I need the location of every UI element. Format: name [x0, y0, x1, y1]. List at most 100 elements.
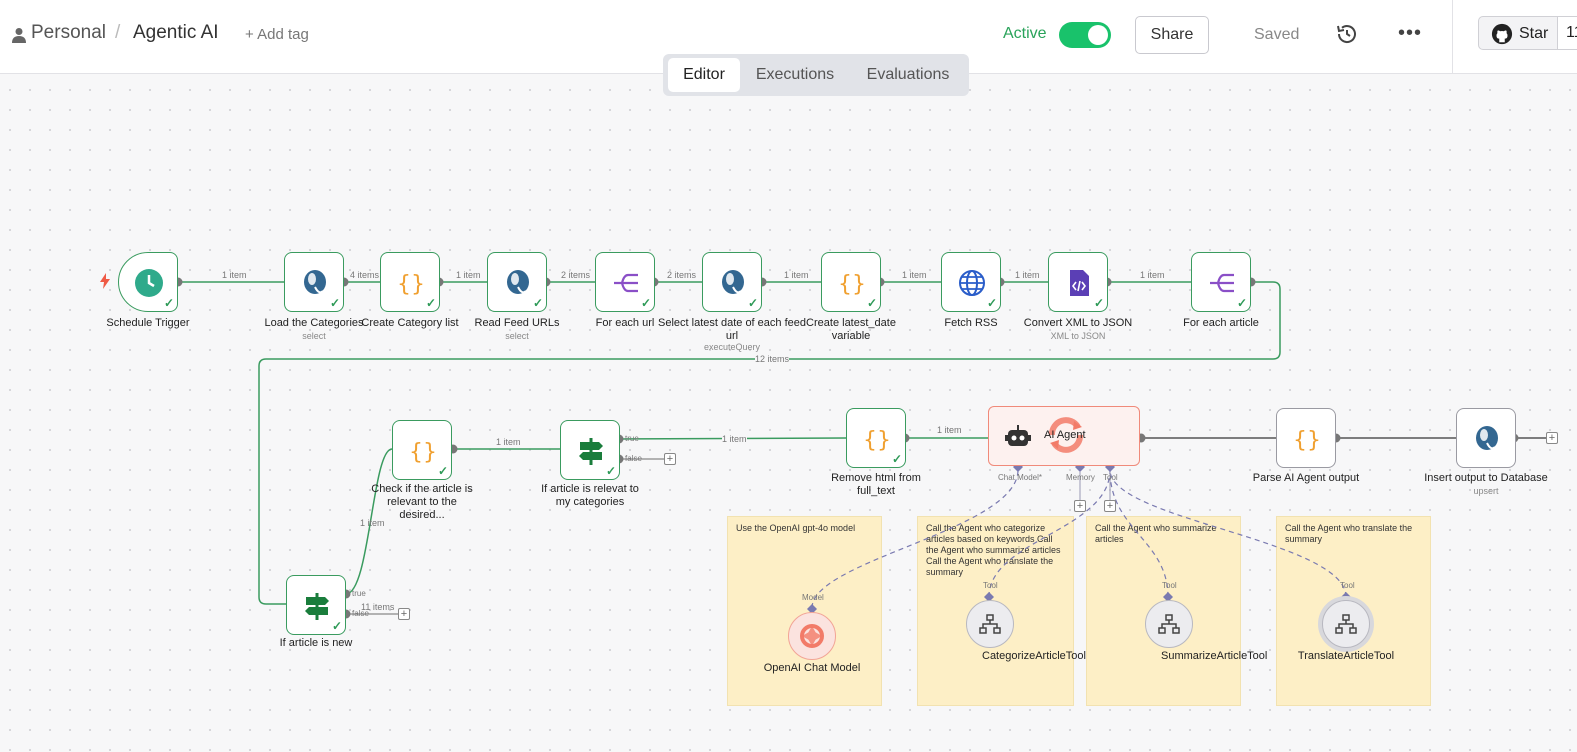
- node-for-each-url[interactable]: ✓: [595, 252, 655, 312]
- port-model-label: Model: [802, 593, 824, 602]
- node-read-feed-urls[interactable]: ✓: [487, 252, 547, 312]
- signpost-icon: [305, 593, 329, 620]
- node-select-latest-date[interactable]: ✓: [702, 252, 762, 312]
- node-check-relevant[interactable]: {} ✓: [392, 420, 452, 480]
- node-schedule-trigger[interactable]: ✓: [118, 252, 178, 312]
- node-if-article-new[interactable]: ✓: [286, 575, 346, 635]
- node-sub-label: XML to JSON: [1050, 331, 1106, 341]
- edge-label: 1 item: [784, 270, 809, 280]
- globe-icon: [959, 270, 985, 296]
- edge-label: 1 item: [1140, 270, 1165, 280]
- breadcrumb-owner[interactable]: Personal: [31, 22, 106, 44]
- svg-text:{}: {}: [1293, 428, 1321, 453]
- edge-label: 12 items: [755, 354, 790, 364]
- node-for-each-article[interactable]: ✓: [1191, 252, 1251, 312]
- node-sub-label: upsert: [1473, 486, 1499, 496]
- success-check-icon: ✓: [163, 296, 174, 310]
- node-label: Convert XML to JSON: [1023, 317, 1133, 329]
- node-label: For each article: [1183, 317, 1259, 329]
- port-tool-label: Tool: [983, 581, 998, 590]
- edge-label: 1 item: [937, 425, 962, 435]
- success-check-icon: ✓: [640, 296, 651, 310]
- postgres-icon: [304, 270, 326, 294]
- success-check-icon: ✓: [605, 464, 616, 478]
- trigger-lightning-icon: [100, 273, 110, 289]
- node-convert-xml[interactable]: ✓: [1048, 252, 1108, 312]
- node-label: TranslateArticleTool: [1297, 650, 1395, 662]
- node-load-categories[interactable]: ✓: [284, 252, 344, 312]
- node-label: OpenAI Chat Model: [763, 662, 861, 674]
- header-divider: [1452, 0, 1453, 74]
- tab-evaluations[interactable]: Evaluations: [851, 58, 965, 92]
- code-braces-icon: {}: [1293, 428, 1321, 453]
- code-braces-icon: {}: [863, 428, 891, 453]
- node-if-relevat[interactable]: ✓: [560, 420, 620, 480]
- node-label: If article is new: [279, 637, 353, 649]
- node-summarize-tool[interactable]: [1145, 600, 1193, 648]
- success-check-icon: ✓: [891, 452, 902, 466]
- edge-label: 1 item: [456, 270, 481, 280]
- add-node-false-button[interactable]: +: [398, 608, 410, 620]
- tab-executions[interactable]: Executions: [743, 58, 847, 92]
- node-parse-output[interactable]: {}: [1276, 408, 1336, 468]
- node-categorize-tool[interactable]: [966, 600, 1014, 648]
- active-toggle[interactable]: [1059, 22, 1111, 48]
- success-check-icon: ✓: [331, 619, 342, 633]
- port-false-label: false: [625, 454, 642, 463]
- node-label: If article is relevat to my categories: [541, 483, 639, 508]
- node-create-latest-date[interactable]: {} ✓: [821, 252, 881, 312]
- port-tool-label: Tool: [1162, 581, 1177, 590]
- github-icon: [1491, 23, 1513, 45]
- port-true-label: true: [625, 434, 639, 443]
- saved-status: Saved: [1254, 26, 1300, 43]
- edge-label: 1 item: [222, 270, 247, 280]
- success-check-icon: ✓: [329, 296, 340, 310]
- node-insert-output[interactable]: [1456, 408, 1516, 468]
- edge-label: 2 items: [561, 270, 591, 280]
- postgres-icon: [507, 270, 529, 294]
- node-label: Schedule Trigger: [106, 317, 190, 329]
- add-tag-button[interactable]: + Add tag: [245, 26, 309, 43]
- success-check-icon: ✓: [532, 296, 543, 310]
- loop-split-icon: [614, 273, 638, 293]
- node-create-category-list[interactable]: {} ✓: [380, 252, 440, 312]
- success-check-icon: ✓: [437, 464, 448, 478]
- node-sub-label: select: [505, 331, 529, 341]
- node-fetch-rss[interactable]: ✓: [941, 252, 1001, 312]
- tab-editor[interactable]: Editor: [668, 58, 740, 92]
- code-braces-icon: {}: [838, 272, 866, 297]
- port-false-label: false: [352, 609, 369, 618]
- node-label: Parse AI Agent output: [1252, 472, 1360, 484]
- node-openai-chat-model[interactable]: [788, 612, 836, 660]
- loop-split-icon: [1210, 273, 1234, 293]
- code-braces-icon: {}: [409, 440, 437, 465]
- svg-text:{}: {}: [409, 440, 437, 465]
- edge-tool-translate: [1109, 469, 1347, 598]
- breadcrumb-separator: /: [115, 22, 121, 43]
- workflow-name[interactable]: Agentic AI: [133, 22, 219, 44]
- add-node-false-button[interactable]: +: [664, 453, 676, 465]
- edge-label: 1 item: [1015, 270, 1040, 280]
- node-label: CategorizeArticleTool: [982, 650, 1086, 662]
- postgres-icon: [722, 270, 744, 294]
- node-label: Insert output to Database: [1424, 472, 1548, 484]
- node-label: SummarizeArticleTool: [1161, 650, 1268, 662]
- active-label: Active: [1003, 25, 1047, 42]
- add-node-output-button[interactable]: +: [1546, 432, 1558, 444]
- node-label: Check if the article is relevant to the …: [371, 483, 473, 521]
- view-tabs: Editor Executions Evaluations: [663, 54, 969, 96]
- add-memory-button[interactable]: +: [1074, 500, 1086, 512]
- node-remove-html[interactable]: {} ✓: [846, 408, 906, 468]
- github-star-button[interactable]: Star 11: [1478, 16, 1577, 50]
- edge-tool-categorize: [988, 469, 1111, 598]
- more-options-button[interactable]: •••: [1398, 22, 1422, 45]
- edge-tool-summarize: [1109, 469, 1169, 598]
- share-button[interactable]: Share: [1135, 16, 1209, 54]
- history-icon[interactable]: [1335, 22, 1359, 46]
- node-ai-agent[interactable]: AI Agent: [988, 406, 1140, 466]
- node-label: Remove html from full_text: [831, 472, 921, 497]
- success-check-icon: ✓: [986, 296, 997, 310]
- node-label: AI Agent: [1044, 429, 1086, 441]
- node-translate-tool[interactable]: [1322, 600, 1370, 648]
- add-tool-button[interactable]: +: [1104, 500, 1116, 512]
